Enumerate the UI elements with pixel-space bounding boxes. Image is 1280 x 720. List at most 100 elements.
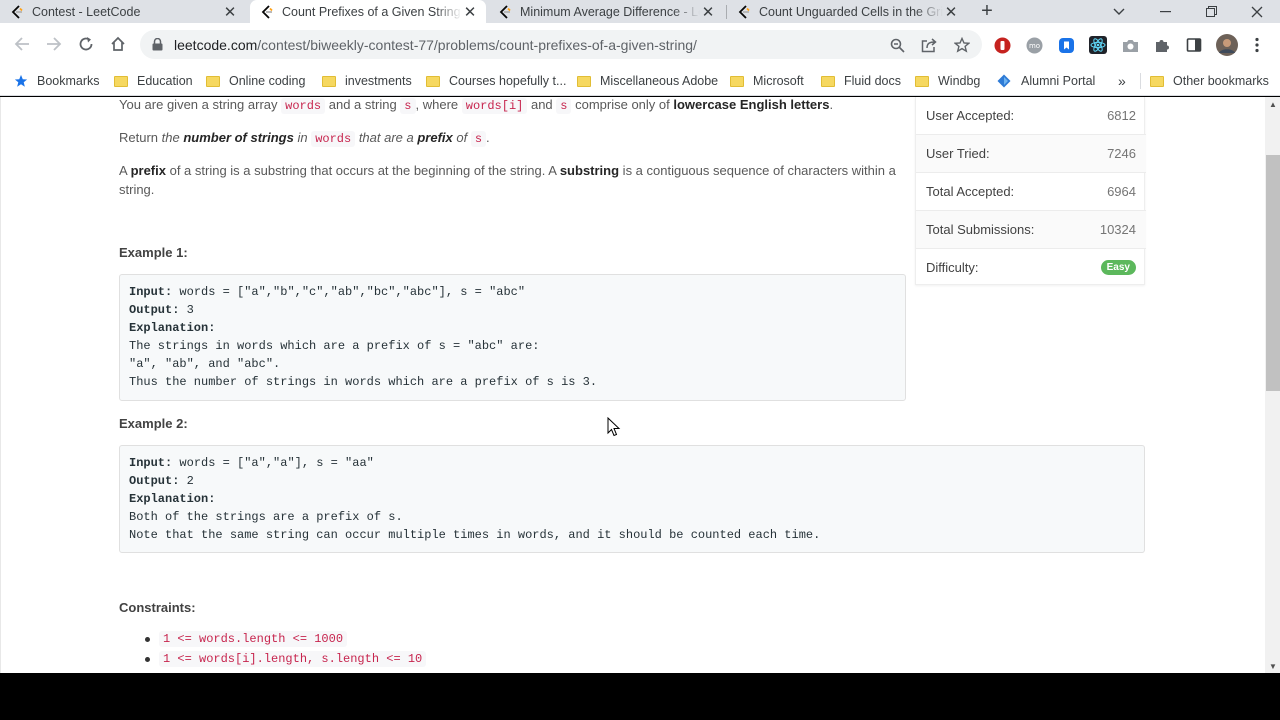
extensions-puzzle-icon[interactable] xyxy=(1153,36,1171,54)
example-1-explanation-label: Explanation: xyxy=(129,321,216,335)
bookmarks-overflow-chevron-icon[interactable]: » xyxy=(1118,72,1126,90)
avatar[interactable] xyxy=(1216,34,1238,56)
menu-kebab-icon[interactable] xyxy=(1248,36,1266,54)
bookmark-label: Other bookmarks xyxy=(1173,74,1269,88)
bookmark-label: Bookmarks xyxy=(37,74,100,88)
example-2-heading: Example 2: xyxy=(119,416,188,431)
folder-icon xyxy=(577,75,591,87)
tab-strip: Contest - LeetCode ✕ Count Prefixes of a… xyxy=(0,0,1280,23)
constraints-heading: Constraints: xyxy=(119,600,196,615)
close-window-icon[interactable] xyxy=(1234,0,1280,23)
stat-total-accepted: Total Accepted: 6964 xyxy=(916,172,1146,210)
bullet xyxy=(145,656,150,662)
example-1-output: Output: 3 xyxy=(129,303,194,317)
side-panel-icon[interactable] xyxy=(1185,36,1203,54)
bookmark-label: Alumni Portal xyxy=(1021,74,1096,88)
browser-toolbar: leetcode.com/contest/biweekly-contest-77… xyxy=(0,23,1280,66)
bookmark-star-icon[interactable] xyxy=(953,36,971,54)
address-bar[interactable]: leetcode.com/contest/biweekly-contest-77… xyxy=(140,30,982,59)
zoom-icon[interactable] xyxy=(888,36,906,54)
leetcode-icon xyxy=(737,4,751,19)
mo-extension-icon[interactable]: mo xyxy=(1025,36,1043,54)
close-tab-icon[interactable]: ✕ xyxy=(222,4,238,21)
bookmark-folder-courses[interactable]: Courses hopefully t... xyxy=(426,72,566,90)
url-text[interactable]: leetcode.com/contest/biweekly-contest-77… xyxy=(174,37,697,53)
bookmark-folder-investments[interactable]: investments xyxy=(322,72,412,90)
tab-count-prefixes[interactable]: Count Prefixes of a Given String - LeetC… xyxy=(250,0,486,23)
home-icon[interactable] xyxy=(107,33,129,55)
bookmark-folder-online-coding[interactable]: Online coding xyxy=(206,72,305,90)
tab-min-avg-diff[interactable]: Minimum Average Difference - LeetCode ✕ xyxy=(488,0,724,23)
folder-icon xyxy=(322,75,336,87)
camera-icon[interactable] xyxy=(1121,36,1139,54)
bookmark-label: Fluid docs xyxy=(844,74,901,88)
example-1-input: Input: words = ["a","b","c","ab","bc","a… xyxy=(129,285,526,299)
constraint-item: 1 <= words[i].length, s.length <= 10 xyxy=(145,651,427,667)
new-tab-button[interactable]: + xyxy=(975,0,999,23)
react-devtools-icon[interactable] xyxy=(1089,36,1107,54)
close-tab-icon[interactable]: ✕ xyxy=(943,4,959,21)
bookmark-folder-microsoft[interactable]: Microsoft xyxy=(730,72,804,90)
mouse-pointer-icon xyxy=(607,416,621,442)
example-2-explanation-line: Both of the strings are a prefix of s. xyxy=(129,510,403,524)
leetcode-icon xyxy=(10,4,24,19)
bookmark-folder-education[interactable]: Education xyxy=(114,72,193,90)
close-tab-icon[interactable]: ✕ xyxy=(462,4,478,21)
bookmark-extension-icon[interactable] xyxy=(1057,36,1075,54)
stat-user-tried: User Tried: 7246 xyxy=(916,134,1146,172)
alumni-portal-icon xyxy=(997,74,1011,88)
bookmarks-button[interactable]: Bookmarks xyxy=(14,72,100,90)
scrollbar-thumb[interactable] xyxy=(1266,155,1280,391)
constraint-item: 1 <= words.length <= 1000 xyxy=(145,631,348,647)
bookmark-label: Windbg xyxy=(938,74,981,88)
stat-user-accepted: User Accepted: 6812 xyxy=(926,108,1136,123)
bookmark-alumni-portal[interactable]: Alumni Portal xyxy=(997,72,1095,90)
adblock-extension-icon[interactable] xyxy=(993,36,1011,54)
lock-icon[interactable] xyxy=(152,37,163,56)
minimize-icon[interactable] xyxy=(1142,0,1188,23)
bookmark-label: Microsoft xyxy=(753,74,804,88)
folder-icon xyxy=(426,75,440,87)
contest-stats-panel: User Accepted: 6812 User Tried: 7246 Total… xyxy=(915,97,1146,285)
tab-unguarded-cells[interactable]: Count Unguarded Cells in the Grid - Leet… xyxy=(727,0,967,23)
folder-icon xyxy=(1150,75,1164,87)
back-icon[interactable] xyxy=(11,33,33,55)
tab-title: Contest - LeetCode xyxy=(32,4,141,19)
problem-description-line-2: Return the number of strings in words th… xyxy=(119,130,490,147)
example-1-explanation-line: Thus the number of strings in words whic… xyxy=(129,375,598,389)
restore-icon[interactable] xyxy=(1188,0,1234,23)
example-2-code-block: Input: words = ["a","a"], s = "aa" Outpu… xyxy=(119,445,1145,553)
leetcode-icon xyxy=(260,4,274,19)
bullet xyxy=(145,636,150,642)
svg-text:mo: mo xyxy=(1028,42,1039,50)
problem-description-line-3b: string. xyxy=(119,182,155,197)
folder-icon xyxy=(206,75,220,87)
bookmark-folder-miscellaneous-adobe[interactable]: Miscellaneous Adobe xyxy=(577,72,718,90)
tab-search-icon[interactable] xyxy=(1096,0,1142,23)
close-tab-icon[interactable]: ✕ xyxy=(700,4,716,21)
problem-description-line-1: You are given a string array words and a… xyxy=(119,97,834,114)
tab-title: Count Prefixes of a Given String - LeetC… xyxy=(282,4,462,19)
example-1-code-block: Input: words = ["a","b","c","ab","bc","a… xyxy=(119,274,906,401)
page-content: You are given a string array words and a… xyxy=(0,97,1280,673)
example-1-explanation-line: "a", "ab", and "abc". xyxy=(129,357,281,371)
folder-icon xyxy=(821,75,835,87)
tab-contest[interactable]: Contest - LeetCode ✕ xyxy=(0,0,246,23)
bookmark-label: Courses hopefully t... xyxy=(449,74,567,88)
example-2-explanation-label: Explanation: xyxy=(129,492,216,506)
reload-icon[interactable] xyxy=(75,33,97,55)
bookmark-folder-other[interactable]: Other bookmarks xyxy=(1150,72,1269,90)
bookmark-folder-windbg[interactable]: Windbg xyxy=(915,72,980,90)
scroll-down-arrow-icon[interactable]: ▼ xyxy=(1265,659,1280,673)
stat-total-submissions: Total Submissions: 10324 xyxy=(916,210,1146,248)
difficulty-badge: Easy xyxy=(1100,260,1136,275)
scroll-up-arrow-icon[interactable]: ▲ xyxy=(1265,97,1280,111)
example-2-input: Input: words = ["a","a"], s = "aa" xyxy=(129,456,374,470)
bookmark-folder-fluid-docs[interactable]: Fluid docs xyxy=(821,72,901,90)
star-icon xyxy=(14,74,28,88)
share-icon[interactable] xyxy=(920,36,938,54)
tab-title: Minimum Average Difference - LeetCode xyxy=(520,4,700,19)
forward-icon[interactable] xyxy=(43,33,65,55)
leetcode-icon xyxy=(498,4,512,19)
bookmark-label: Education xyxy=(137,74,193,88)
